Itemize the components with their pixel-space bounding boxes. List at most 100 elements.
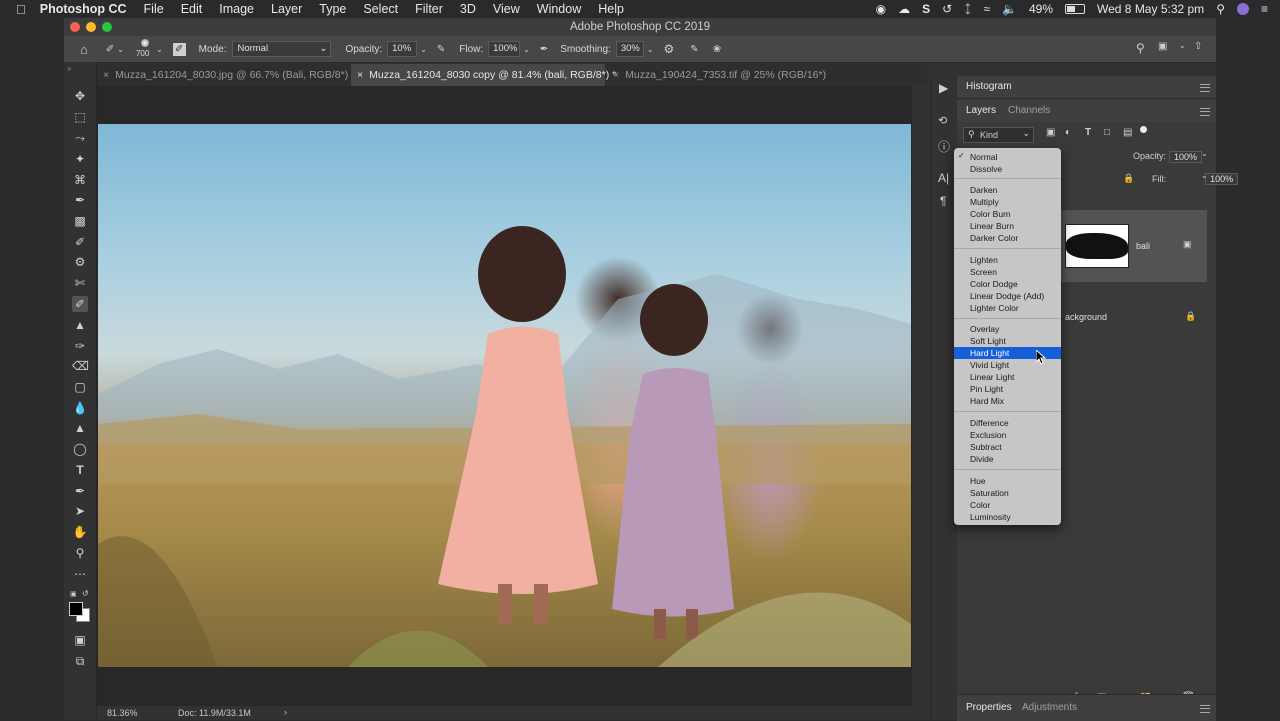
filter-smart-object-icon[interactable]: ▤ xyxy=(1123,127,1132,138)
blend-exclusion[interactable]: Exclusion xyxy=(970,429,1006,441)
record-icon[interactable]: ◉ xyxy=(876,2,886,16)
type-tool-icon[interactable]: T xyxy=(72,462,88,478)
opacity-input[interactable]: 10% xyxy=(387,41,418,57)
layer-fill-input[interactable]: 100% xyxy=(1205,173,1239,185)
cloud-icon[interactable]: ☁ xyxy=(898,2,910,16)
stamp-tool-icon[interactable]: ▲ xyxy=(72,317,88,333)
blend-lighter-color[interactable]: Lighter Color xyxy=(970,302,1019,314)
menu-file[interactable]: File xyxy=(144,2,164,16)
blend-dissolve[interactable]: Dissolve xyxy=(970,163,1002,175)
volume-icon[interactable]: 🔈 xyxy=(1002,2,1017,16)
home-icon[interactable]: ⌂ xyxy=(80,42,88,57)
blend-color-burn[interactable]: Color Burn xyxy=(970,208,1011,220)
document-canvas-image[interactable] xyxy=(98,124,911,667)
blend-hard-light[interactable]: Hard Light xyxy=(970,347,1009,359)
blend-saturation[interactable]: Saturation xyxy=(970,487,1009,499)
panel-menu-icon[interactable] xyxy=(1200,84,1210,92)
blend-pin-light[interactable]: Pin Light xyxy=(970,383,1003,395)
menu-layer[interactable]: Layer xyxy=(271,2,302,16)
info-icon[interactable]: ⓘ xyxy=(938,138,950,155)
history-brush-icon[interactable]: ✑ xyxy=(72,338,88,354)
user-icon[interactable] xyxy=(1236,3,1249,15)
blend-linear-light[interactable]: Linear Light xyxy=(970,371,1014,383)
blend-hue[interactable]: Hue xyxy=(970,475,986,487)
direct-select-tool-icon[interactable]: ➤ xyxy=(72,503,88,519)
history-brush-tool-icon[interactable]: ✄ xyxy=(72,275,88,291)
chevron-down-icon[interactable]: ⌄ xyxy=(117,45,124,54)
menu-type[interactable]: Type xyxy=(319,2,346,16)
tab-properties[interactable]: Properties xyxy=(966,702,1012,713)
lock-icon[interactable]: 🔒 xyxy=(1123,173,1134,184)
swap-colors-icon[interactable]: ↺ xyxy=(82,589,89,598)
blend-soft-light[interactable]: Soft Light xyxy=(970,335,1006,347)
tab-histogram[interactable]: Histogram xyxy=(966,81,1012,92)
doc-size[interactable]: Doc: 11.9M/33.1M xyxy=(178,708,251,718)
menu-view[interactable]: View xyxy=(493,2,520,16)
blend-darken[interactable]: Darken xyxy=(970,184,997,196)
filter-toggle-icon[interactable] xyxy=(1140,126,1147,133)
foreground-color-swatch[interactable] xyxy=(69,602,83,616)
blend-lighten[interactable]: Lighten xyxy=(970,254,998,266)
chevron-down-icon[interactable]: ⌄ xyxy=(1201,149,1208,158)
panel-menu-icon[interactable] xyxy=(1200,108,1210,116)
blend-luminosity[interactable]: Luminosity xyxy=(970,511,1011,523)
clock[interactable]: Wed 8 May 5:32 pm xyxy=(1097,2,1204,16)
chevron-down-icon[interactable]: ⌄ xyxy=(1201,171,1208,180)
blend-color-dodge[interactable]: Color Dodge xyxy=(970,278,1018,290)
blend-screen[interactable]: Screen xyxy=(970,266,997,278)
symmetry-icon[interactable]: ❀ xyxy=(713,44,721,55)
quick-select-tool-icon[interactable]: ✦ xyxy=(72,151,88,167)
battery-icon[interactable] xyxy=(1065,4,1086,14)
share-icon[interactable]: ⇧ xyxy=(1194,41,1202,52)
zoom-window-button[interactable] xyxy=(102,22,112,32)
spotlight-icon[interactable]: ⚲ xyxy=(1216,2,1225,16)
pen-tool-icon[interactable]: ◯ xyxy=(72,441,88,457)
tab-channels[interactable]: Channels xyxy=(1008,105,1050,116)
hand-tool-icon[interactable]: ✋ xyxy=(72,524,88,540)
blend-hard-mix[interactable]: Hard Mix xyxy=(970,395,1004,407)
active-brush-tool-icon[interactable]: ✐ xyxy=(72,296,88,312)
layer-opacity-input[interactable]: 100% xyxy=(1169,151,1203,163)
chevron-down-icon[interactable]: ⌄ xyxy=(156,45,163,54)
history-icon[interactable]: ⟲ xyxy=(938,114,947,127)
apple-icon[interactable]:  xyxy=(16,2,26,17)
default-colors-icon[interactable]: ▣ xyxy=(70,590,77,598)
workspace-icon[interactable]: ▣ xyxy=(1158,41,1167,52)
blend-subtract[interactable]: Subtract xyxy=(970,441,1002,453)
chevron-down-icon[interactable]: ⌄ xyxy=(647,45,654,54)
blend-vivid-light[interactable]: Vivid Light xyxy=(970,359,1009,371)
chevron-down-icon[interactable]: ⌄ xyxy=(523,45,530,54)
menu-edit[interactable]: Edit xyxy=(181,2,203,16)
collapse-arrows-icon[interactable]: » xyxy=(67,64,71,73)
clone-stamp-tool-icon[interactable]: ⚙ xyxy=(72,254,88,270)
app-menu[interactable]: Photoshop CC xyxy=(40,2,127,16)
move-tool-icon[interactable]: ✥ xyxy=(72,88,88,104)
zoom-tool-icon[interactable]: ⚲ xyxy=(72,545,88,561)
blend-multiply[interactable]: Multiply xyxy=(970,196,999,208)
filter-adjustment-icon[interactable]: ◐ xyxy=(1065,127,1071,138)
gear-icon[interactable]: ⚙ xyxy=(664,42,675,56)
crop-tool-icon[interactable]: ⌘ xyxy=(72,172,88,188)
dodge-tool-icon[interactable]: ▲ xyxy=(72,420,88,436)
minimize-window-button[interactable] xyxy=(86,22,96,32)
eyedropper-tool-icon[interactable]: ✒ xyxy=(72,192,88,208)
notification-center-icon[interactable]: ≡ xyxy=(1261,2,1268,16)
doc-tab-1[interactable]: × Muzza_161204_8030.jpg @ 66.7% (Bali, RG… xyxy=(97,64,355,86)
pressure-opacity-icon[interactable]: ✎ xyxy=(437,44,445,55)
character-icon[interactable]: A| xyxy=(938,171,949,185)
more-tools-icon[interactable]: ⋯ xyxy=(72,566,88,582)
chevron-down-icon[interactable]: ⌄ xyxy=(1179,41,1186,50)
paragraph-icon[interactable]: ¶ xyxy=(940,194,946,208)
zoom-level[interactable]: 81.36% xyxy=(107,708,138,718)
menu-window[interactable]: Window xyxy=(537,2,581,16)
path-select-tool-icon[interactable]: ✒ xyxy=(72,483,88,499)
brush-tool-icon[interactable]: ✐ xyxy=(106,44,114,55)
mode-select[interactable]: Normal ⌄ xyxy=(232,41,332,57)
filter-pixel-icon[interactable]: ▣ xyxy=(1046,127,1055,138)
doc-tab-2[interactable]: × Muzza_161204_8030 copy @ 81.4% (bali, R… xyxy=(351,64,616,86)
layer-name[interactable]: bali xyxy=(1136,241,1150,251)
battery-text[interactable]: 49% xyxy=(1029,2,1053,16)
chevron-right-icon[interactable]: › xyxy=(284,707,287,717)
eraser-tool-icon[interactable]: ⌫ xyxy=(72,358,89,374)
quick-mask-icon[interactable]: ▣ xyxy=(72,632,88,648)
